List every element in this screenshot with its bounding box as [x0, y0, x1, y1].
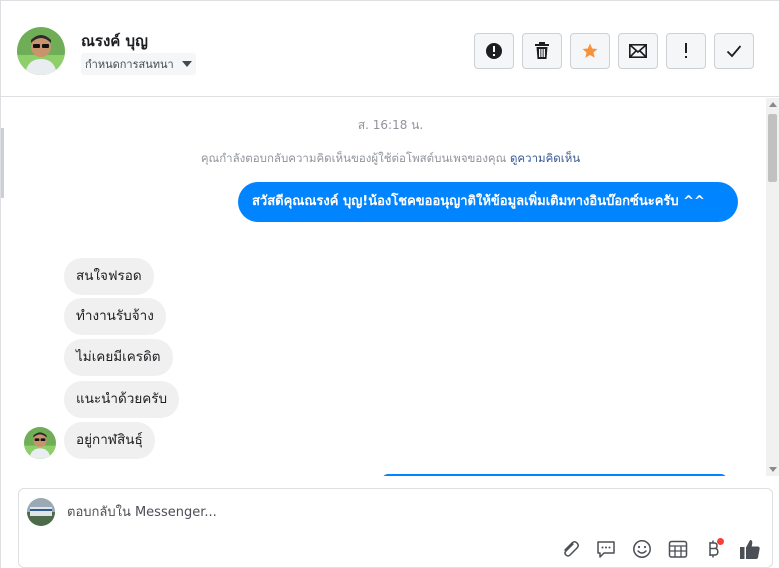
saved-reply-icon — [597, 541, 615, 558]
mark-unread-button[interactable] — [618, 33, 658, 69]
alert-circle-icon — [486, 43, 502, 59]
view-comment-link[interactable]: ดูความคิดเห็น — [510, 151, 580, 165]
check-icon — [726, 45, 742, 58]
chevron-down-icon — [181, 61, 192, 67]
reply-composer — [18, 488, 773, 568]
like-button[interactable] — [738, 537, 762, 561]
inbox-conversation-view: ณรงค์ บุญ กำหนดการสนทนา ส. 16:18 น. คุณก… — [0, 0, 779, 568]
reply-context-note: คุณกำลังตอบกลับความคิดเห็นของผู้ใช้ต่อโพ… — [1, 150, 779, 168]
exclamation-icon — [685, 43, 687, 58]
incoming-message: แนะนำด้วยครับ — [64, 381, 180, 418]
star-button[interactable] — [570, 33, 610, 69]
context-text: คุณกำลังตอบกลับความคิดเห็นของผู้ใช้ต่อโพ… — [200, 151, 507, 165]
follow-up-button[interactable] — [666, 33, 706, 69]
message-thread[interactable]: ส. 16:18 น. คุณกำลังตอบกลับความคิดเห็นขอ… — [1, 98, 779, 476]
outgoing-message-partial — [382, 474, 727, 476]
mark-done-button[interactable] — [714, 33, 754, 69]
delete-button[interactable] — [522, 33, 562, 69]
conversation-header: ณรงค์ บุญ กำหนดการสนทนา — [1, 1, 779, 97]
composer-tools — [558, 537, 762, 561]
thread-scrollbar[interactable] — [766, 98, 779, 476]
sender-avatar — [24, 427, 56, 459]
conversation-actions — [474, 33, 754, 69]
trash-icon — [535, 42, 549, 59]
scroll-up-arrow-icon[interactable] — [769, 102, 777, 107]
notification-dot — [717, 538, 724, 545]
contact-name[interactable]: ณรงค์ บุญ — [81, 29, 148, 53]
appointment-icon — [668, 540, 688, 558]
spam-button[interactable] — [474, 33, 514, 69]
like-icon — [740, 539, 760, 559]
assign-label: กำหนดการสนทนา — [85, 58, 174, 71]
page-avatar — [27, 498, 55, 526]
attachment-icon — [564, 541, 579, 557]
star-icon — [582, 43, 598, 58]
scroll-down-arrow-icon[interactable] — [769, 467, 777, 472]
payment-button[interactable] — [702, 537, 726, 561]
incoming-message: ไม่เคยมีเครดิต — [64, 339, 173, 376]
assign-conversation-dropdown[interactable]: กำหนดการสนทนา — [81, 53, 196, 75]
saved-replies-button[interactable] — [594, 537, 618, 561]
message-timestamp: ส. 16:18 น. — [357, 118, 424, 132]
outgoing-message: สวัสดีคุณณรงค์ บุญ!น้องโชคขออนุญาติให้ข้… — [238, 182, 738, 222]
envelope-icon — [629, 44, 647, 58]
reply-input[interactable] — [67, 501, 747, 523]
emoji-button[interactable] — [630, 537, 654, 561]
scrollbar-thumb[interactable] — [768, 114, 777, 182]
incoming-message: ทำงานรับจ้าง — [64, 298, 166, 335]
contact-avatar[interactable] — [17, 27, 65, 75]
incoming-message: อยู่กาฬสินธุ์ — [64, 422, 155, 459]
attach-button[interactable] — [558, 537, 582, 561]
emoji-icon — [633, 540, 651, 558]
incoming-message: สนใจฟรอด — [64, 258, 154, 295]
appointment-button[interactable] — [666, 537, 690, 561]
